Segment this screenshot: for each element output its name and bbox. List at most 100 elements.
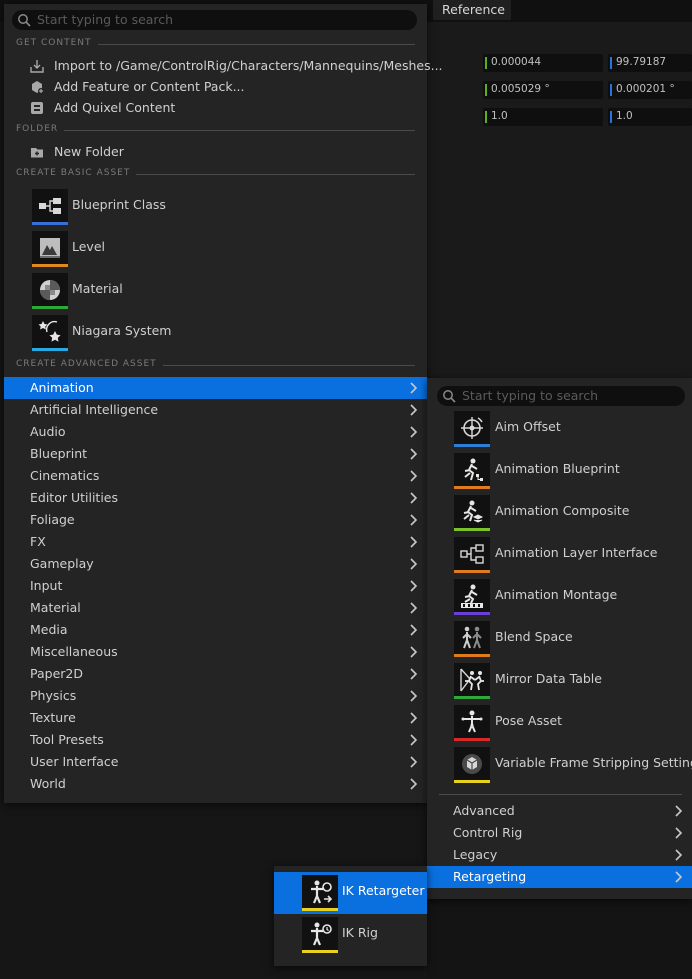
chevron-right-icon <box>409 624 419 636</box>
add-asset-menu: Start typing to search GET CONTENT Impor… <box>4 4 443 803</box>
blueprint-class-menu-item[interactable]: Blueprint Class <box>4 186 427 228</box>
category-item-input[interactable]: Input <box>4 575 427 597</box>
chevron-right-icon <box>409 668 419 680</box>
value-field-y[interactable]: 0.000044 <box>483 54 603 72</box>
retargeting-asset-item-ik-retargeter[interactable]: IK Retargeter <box>274 872 427 914</box>
animation-asset-item-mirror-data-table[interactable]: Mirror Data Table <box>427 660 692 702</box>
category-item-blueprint[interactable]: Blueprint <box>4 443 427 465</box>
animation-asset-item-aim-offset[interactable]: Aim Offset <box>427 408 692 450</box>
animation-asset-item-variable-frame-stripping-settings[interactable]: Variable Frame Stripping Settings <box>427 744 692 786</box>
ik-rig-icon <box>302 917 338 953</box>
animation-asset-label: Animation Blueprint <box>495 461 620 476</box>
category-item-foliage[interactable]: Foliage <box>4 509 427 531</box>
subcategory-item-control-rig[interactable]: Control Rig <box>427 822 692 844</box>
category-item-paper2d[interactable]: Paper2D <box>4 663 427 685</box>
category-label: Animation <box>30 380 94 395</box>
subcategory-item-legacy[interactable]: Legacy <box>427 844 692 866</box>
chevron-right-icon <box>409 646 419 658</box>
blueprint-class-icon <box>32 189 68 225</box>
transform-row: 0.000044 99.79187 <box>427 53 692 73</box>
category-label: Input <box>30 578 63 593</box>
chevron-right-icon <box>409 778 419 790</box>
search-icon <box>443 390 456 403</box>
section-get-content: GET CONTENT <box>16 38 415 52</box>
category-item-world[interactable]: World <box>4 773 427 795</box>
animation-asset-label: Animation Montage <box>495 587 618 602</box>
animation-composite-icon <box>454 495 490 531</box>
category-item-user-interface[interactable]: User Interface <box>4 751 427 773</box>
tab-reference[interactable]: Reference <box>433 0 511 20</box>
category-item-gameplay[interactable]: Gameplay <box>4 553 427 575</box>
content-browser-area <box>427 899 692 979</box>
new-folder-menu-item[interactable]: New Folder <box>4 141 427 163</box>
animation-asset-item-pose-asset[interactable]: Pose Asset <box>427 702 692 744</box>
subcategory-item-retargeting[interactable]: Retargeting <box>427 866 692 888</box>
chevron-right-icon <box>409 712 419 724</box>
import-icon <box>30 60 44 73</box>
chevron-right-icon <box>409 536 419 548</box>
category-item-fx[interactable]: FX <box>4 531 427 553</box>
animation-asset-label: Aim Offset <box>495 419 561 434</box>
folder-add-icon <box>31 148 43 158</box>
category-label: World <box>30 776 66 791</box>
animation-asset-item-animation-blueprint[interactable]: Animation Blueprint <box>427 450 692 492</box>
category-item-cinematics[interactable]: Cinematics <box>4 465 427 487</box>
category-item-miscellaneous[interactable]: Miscellaneous <box>4 641 427 663</box>
animation-asset-item-animation-layer-interface[interactable]: Animation Layer Interface <box>427 534 692 576</box>
transform-row: 1.0 1.0 <box>427 107 692 127</box>
animation-montage-icon <box>454 579 490 615</box>
subcategory-label: Control Rig <box>453 825 523 840</box>
section-basic-asset: CREATE BASIC ASSET <box>16 168 415 182</box>
chevron-right-icon <box>674 805 684 817</box>
content-pack-icon <box>32 81 44 94</box>
search-icon <box>18 14 31 27</box>
category-item-material[interactable]: Material <box>4 597 427 619</box>
category-item-editor-utilities[interactable]: Editor Utilities <box>4 487 427 509</box>
material-menu-item[interactable]: Material <box>4 270 427 312</box>
value-field-y[interactable]: 1.0 <box>483 108 603 126</box>
animation-search-input[interactable]: Start typing to search <box>437 386 685 406</box>
menu-divider <box>439 794 682 795</box>
add-feature-pack-menu-item[interactable]: Add Feature or Content Pack... <box>4 76 427 98</box>
retargeting-asset-item-ik-rig[interactable]: IK Rig <box>274 914 427 956</box>
niagara-icon <box>32 315 68 351</box>
niagara-system-menu-item[interactable]: Niagara System <box>4 312 427 354</box>
category-item-media[interactable]: Media <box>4 619 427 641</box>
subcategory-item-advanced[interactable]: Advanced <box>427 800 692 822</box>
animation-asset-label: Animation Composite <box>495 503 630 518</box>
value-field-z[interactable]: 0.000201 ° <box>608 81 692 99</box>
category-label: Miscellaneous <box>30 644 118 659</box>
animation-asset-label: Variable Frame Stripping Settings <box>495 755 692 770</box>
frame-stripping-icon <box>454 747 490 783</box>
value-field-z[interactable]: 99.79187 <box>608 54 692 72</box>
category-item-physics[interactable]: Physics <box>4 685 427 707</box>
animation-asset-item-animation-montage[interactable]: Animation Montage <box>427 576 692 618</box>
category-item-artificial-intelligence[interactable]: Artificial Intelligence <box>4 399 427 421</box>
chevron-right-icon <box>674 871 684 883</box>
category-label: Audio <box>30 424 66 439</box>
category-label: Material <box>30 600 81 615</box>
category-item-texture[interactable]: Texture <box>4 707 427 729</box>
category-label: Artificial Intelligence <box>30 402 159 417</box>
retargeting-submenu: IK Retargeter IK Rig <box>274 866 427 966</box>
subcategory-label: Advanced <box>453 803 515 818</box>
animation-asset-item-blend-space[interactable]: Blend Space <box>427 618 692 660</box>
category-label: Media <box>30 622 68 637</box>
animation-asset-item-animation-composite[interactable]: Animation Composite <box>427 492 692 534</box>
level-menu-item[interactable]: Level <box>4 228 427 270</box>
import-menu-item[interactable]: Import to /Game/ControlRig/Characters/Ma… <box>4 55 443 77</box>
category-item-tool-presets[interactable]: Tool Presets <box>4 729 427 751</box>
animation-submenu: Start typing to search Aim Offset Animati… <box>427 378 692 899</box>
search-input[interactable]: Start typing to search <box>12 10 417 30</box>
add-quixel-menu-item[interactable]: Add Quixel Content <box>4 97 427 119</box>
level-icon <box>32 231 68 267</box>
chevron-right-icon <box>674 827 684 839</box>
chevron-right-icon <box>409 602 419 614</box>
quixel-icon <box>31 102 43 114</box>
value-field-y[interactable]: 0.005029 ° <box>483 81 603 99</box>
category-item-animation[interactable]: Animation <box>4 377 427 399</box>
category-item-audio[interactable]: Audio <box>4 421 427 443</box>
subcategory-label: Retargeting <box>453 869 527 884</box>
category-label: Editor Utilities <box>30 490 119 505</box>
value-field-z[interactable]: 1.0 <box>608 108 692 126</box>
